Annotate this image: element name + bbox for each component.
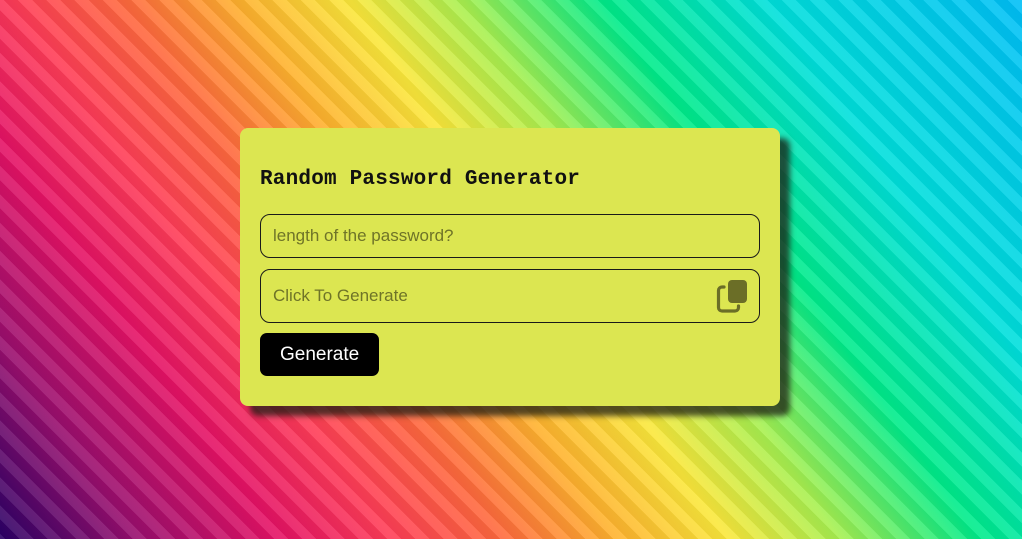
generate-button[interactable]: Generate [260, 333, 380, 376]
password-length-input[interactable] [260, 214, 760, 258]
password-generator-card: Random Password Generator Generate [240, 128, 780, 406]
password-output-container [260, 269, 760, 323]
copy-icon[interactable] [716, 279, 750, 313]
page-title: Random Password Generator [260, 168, 581, 191]
generated-password-field[interactable] [260, 269, 760, 323]
